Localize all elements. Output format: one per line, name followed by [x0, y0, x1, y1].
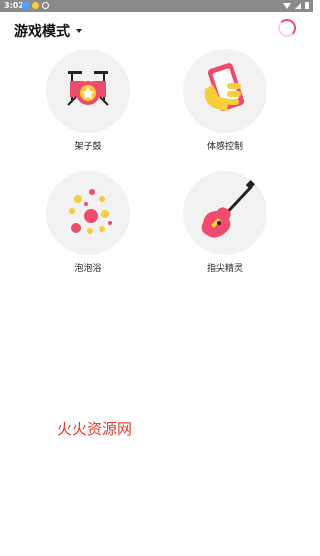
mode-motion-control[interactable]: 体感控制 [180, 49, 270, 152]
watermark-text: 火火资源网 [57, 420, 133, 438]
mode-fingertip-sprite[interactable]: 指尖精灵 [180, 171, 270, 274]
mode-label: 体感控制 [206, 142, 243, 152]
mode-label: 指尖精灵 [206, 264, 243, 274]
drum-kit-icon [67, 71, 109, 106]
mode-bubble-bath[interactable]: 泡泡浴 [43, 171, 133, 274]
phone-in-hand-icon-circle [183, 49, 267, 133]
system-icons [283, 2, 309, 9]
phone-in-hand-icon [204, 63, 245, 111]
app-notification-icon [22, 2, 29, 9]
drum-kit-icon-circle [46, 49, 130, 133]
status-bar: 3:02 [0, 0, 313, 12]
mode-label: 架子鼓 [74, 142, 102, 152]
guitar-icon [201, 180, 255, 238]
page-title: 游戏模式 [14, 24, 70, 40]
loading-spinner-icon [278, 19, 296, 37]
notification-icons [22, 2, 49, 9]
guitar-icon-circle [183, 171, 267, 255]
signal-icon [295, 2, 301, 9]
mode-dropdown-caret-icon[interactable] [76, 29, 82, 33]
app-header: 游戏模式 [0, 12, 313, 48]
mode-drum-kit[interactable]: 架子鼓 [43, 49, 133, 152]
status-time: 3:02 [4, 1, 24, 10]
mode-label: 泡泡浴 [74, 264, 102, 274]
circle-icon [42, 2, 49, 9]
battery-icon [305, 2, 309, 9]
sun-icon [32, 2, 39, 9]
wifi-icon [283, 2, 291, 9]
bubbles-icon [69, 189, 112, 234]
bubbles-icon-circle [46, 171, 130, 255]
